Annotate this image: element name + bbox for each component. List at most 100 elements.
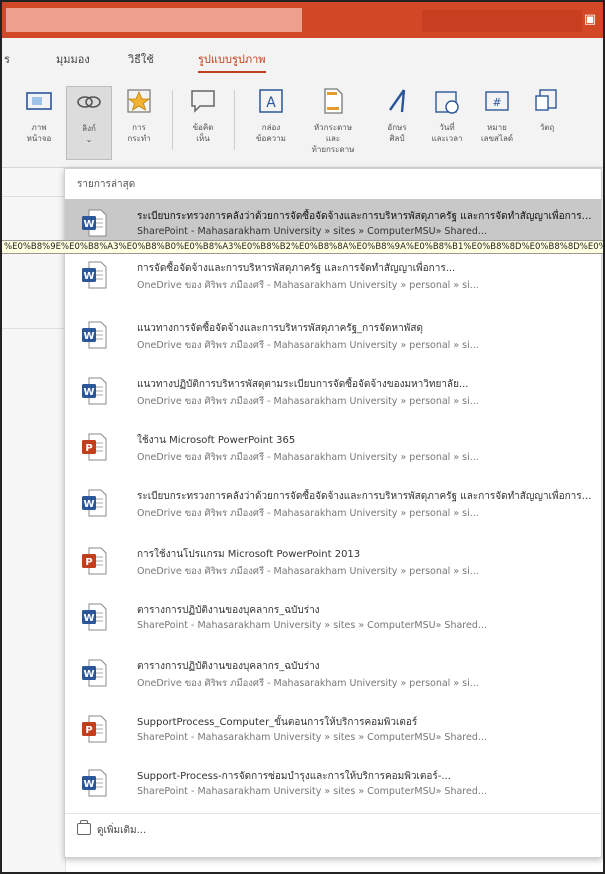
action-button[interactable]: การ กระทำ bbox=[116, 86, 162, 160]
search-box[interactable] bbox=[6, 8, 302, 32]
word-file-icon: W bbox=[82, 209, 107, 237]
recent-item-path: OneDrive ของ ศิริพร ภมืองศรี - Mahasarak… bbox=[137, 566, 479, 577]
recent-item[interactable]: P SupportProcess_Computer_ขั้นตอนการให้บร… bbox=[65, 705, 601, 755]
recent-item[interactable]: W Support-Process-การจัดการซ่อมบำรุงและกา… bbox=[65, 759, 601, 809]
word-file-icon: W bbox=[82, 769, 107, 797]
recent-item-title: ตารางการปฏิบัติงานของบุคลากร_ฉบับร่าง bbox=[137, 661, 320, 672]
word-file-icon: W bbox=[82, 489, 107, 517]
object-label: วัตถุ bbox=[539, 123, 555, 132]
recent-item-path: OneDrive ของ ศิริพร ภมืองศรี - Mahasarak… bbox=[137, 396, 479, 407]
recent-item-title: การใช้งานโปรแกรม Microsoft PowerPoint 20… bbox=[137, 549, 361, 560]
url-tooltip: %E0%B8%9E%E0%B8%A3%E0%B8%B0%E0%B8%A3%E0%… bbox=[2, 240, 603, 254]
recent-item[interactable]: P ใช้งาน Microsoft PowerPoint 365 OneDrive… bbox=[65, 423, 601, 473]
svg-text:P: P bbox=[85, 443, 92, 454]
recent-item[interactable]: W ตารางการปฏิบัติงานของบุคลากร_ฉบับร่าง On… bbox=[65, 649, 601, 699]
recent-item-title: Support-Process-การจัดการซ่อมบำรุงและการ… bbox=[137, 771, 451, 782]
recent-item-path: SharePoint - Mahasarakham University » s… bbox=[137, 226, 487, 237]
header-footer-icon bbox=[324, 88, 343, 114]
recent-item-title: ใช้งาน Microsoft PowerPoint 365 bbox=[137, 435, 296, 446]
title-right-area bbox=[422, 10, 582, 32]
svg-text:W: W bbox=[83, 331, 94, 342]
recent-item-title: SupportProcess_Computer_ขั้นตอนการให้บริ… bbox=[137, 717, 418, 728]
date-time-icon bbox=[435, 91, 459, 114]
word-file-icon: W bbox=[82, 321, 107, 349]
header-footer-label: หัวกระดาษและ ท้ายกระดาษ bbox=[311, 123, 355, 154]
textbox-label: กล่อง ข้อความ bbox=[256, 123, 286, 143]
link-icon bbox=[77, 96, 101, 108]
svg-text:#: # bbox=[492, 96, 501, 109]
powerpoint-file-icon: P bbox=[82, 547, 107, 575]
svg-text:W: W bbox=[83, 613, 94, 624]
folder-icon bbox=[77, 820, 91, 835]
recent-item-path: OneDrive ของ ศิริพร ภมืองศรี - Mahasarak… bbox=[137, 508, 479, 519]
svg-text:W: W bbox=[83, 669, 94, 680]
recent-item-path: OneDrive ของ ศิริพร ภมืองศรี - Mahasarak… bbox=[137, 280, 479, 291]
recent-item-title: ระเบียบกระทรวงการคลังว่าด้วยการจัดซื้อจั… bbox=[137, 211, 595, 222]
link-label: ลิงก์ ⌄ bbox=[82, 124, 96, 144]
action-label: การ กระทำ bbox=[127, 123, 151, 143]
recent-item[interactable]: W ตารางการปฏิบัติงานของบุคลากร_ฉบับร่าง Sh… bbox=[65, 593, 601, 643]
svg-text:A: A bbox=[266, 95, 276, 111]
ribbon-tabs: ร มุมมอง วิธีใช้ รูปแบบรูปภาพ bbox=[2, 38, 603, 80]
recent-item-title: ตารางการปฏิบัติงานของบุคลากร_ฉบับร่าง bbox=[137, 605, 320, 616]
recent-item-title: ระเบียบกระทรวงการคลังว่าด้วยการจัดซื้อจั… bbox=[137, 491, 595, 502]
header-footer-button[interactable]: หัวกระดาษและ ท้ายกระดาษ bbox=[310, 86, 356, 160]
recent-item-path: OneDrive ของ ศิริพร ภมืองศรี - Mahasarak… bbox=[137, 340, 479, 351]
tab-help[interactable]: วิธีใช้ bbox=[128, 50, 154, 68]
textbox-icon: A bbox=[259, 89, 283, 113]
recent-item[interactable]: W แนวทางปฏิบัติการบริหารพัสดุตามระเบียบกา… bbox=[65, 367, 601, 417]
more-button[interactable]: ดูเพิ่มเติม... bbox=[65, 813, 601, 845]
recent-item-path: SharePoint - Mahasarakham University » s… bbox=[137, 732, 487, 743]
svg-text:W: W bbox=[83, 219, 94, 230]
comment-button[interactable]: ข้อคิด เห็น bbox=[180, 86, 226, 160]
svg-text:P: P bbox=[85, 725, 92, 736]
recent-item[interactable]: W การจัดซื้อจัดจ้างและการบริหารพัสดุภาครั… bbox=[65, 251, 601, 301]
screenshot-icon bbox=[26, 92, 52, 110]
wordart-button[interactable]: อักษร ศิลป์ bbox=[374, 86, 420, 160]
recent-item[interactable]: W ระเบียบกระทรวงการคลังว่าด้วยการจัดซื้อจ… bbox=[65, 479, 601, 529]
ribbon: ภาพ หน้าจอ ลิงก์ ⌄ การ กระทำ ข้อคิด เห็น… bbox=[2, 80, 603, 168]
slide-number-label: หมาย เลขสไลด์ bbox=[480, 123, 514, 143]
tab-view[interactable]: มุมมอง bbox=[56, 50, 90, 68]
pane-divider bbox=[2, 196, 66, 197]
recent-item[interactable]: P การใช้งานโปรแกรม Microsoft PowerPoint 2… bbox=[65, 537, 601, 587]
date-time-button[interactable]: วันที่ และเวลา bbox=[424, 86, 470, 160]
ribbon-separator bbox=[172, 90, 173, 150]
slide-number-button[interactable]: # หมาย เลขสไลด์ bbox=[474, 86, 520, 160]
powerpoint-file-icon: P bbox=[82, 433, 107, 461]
tab-picture-format[interactable]: รูปแบบรูปภาพ bbox=[198, 50, 266, 73]
wordart-label: อักษร ศิลป์ bbox=[387, 123, 407, 143]
svg-text:W: W bbox=[83, 499, 94, 510]
title-bar: ▣ bbox=[2, 2, 603, 38]
recent-items-dropdown: รายการล่าสุด W ระเบียบกระทรวงการคลังว่าด้… bbox=[64, 168, 602, 858]
svg-text:W: W bbox=[83, 387, 94, 398]
ribbon-display-icon[interactable]: ▣ bbox=[581, 12, 599, 28]
recent-item-title: แนวทางการจัดซื้อจัดจ้างและการบริหารพัสดุ… bbox=[137, 323, 423, 334]
action-star-icon bbox=[127, 89, 151, 113]
svg-text:W: W bbox=[83, 779, 94, 790]
link-button[interactable]: ลิงก์ ⌄ bbox=[66, 86, 112, 160]
recent-item-path: OneDrive ของ ศิริพร ภมืองศรี - Mahasarak… bbox=[137, 678, 479, 689]
object-button[interactable]: วัตถุ bbox=[524, 86, 570, 160]
recent-item-title: แนวทางปฏิบัติการบริหารพัสดุตามระเบียบการ… bbox=[137, 379, 469, 390]
word-file-icon: W bbox=[82, 377, 107, 405]
recent-item-title: การจัดซื้อจัดจ้างและการบริหารพัสดุภาครัฐ… bbox=[137, 263, 456, 274]
ribbon-separator bbox=[234, 90, 235, 150]
textbox-button[interactable]: A กล่อง ข้อความ bbox=[248, 86, 294, 160]
slide-number-icon: # bbox=[485, 91, 509, 111]
screenshot-button[interactable]: ภาพ หน้าจอ bbox=[16, 86, 62, 160]
pane-divider bbox=[2, 328, 66, 329]
powerpoint-file-icon: P bbox=[82, 715, 107, 743]
comment-label: ข้อคิด เห็น bbox=[192, 123, 214, 143]
object-icon bbox=[535, 89, 557, 111]
tab-partial[interactable]: ร bbox=[4, 50, 10, 68]
recent-item-path: SharePoint - Mahasarakham University » s… bbox=[137, 620, 487, 631]
svg-text:P: P bbox=[85, 557, 92, 568]
word-file-icon: W bbox=[82, 659, 107, 687]
slide-thumbnail-pane bbox=[2, 168, 66, 872]
svg-text:W: W bbox=[83, 271, 94, 282]
word-file-icon: W bbox=[82, 603, 107, 631]
word-file-icon: W bbox=[82, 261, 107, 289]
recent-item[interactable]: W แนวทางการจัดซื้อจัดจ้างและการบริหารพัสด… bbox=[65, 311, 601, 361]
date-time-label: วันที่ และเวลา bbox=[431, 123, 463, 143]
